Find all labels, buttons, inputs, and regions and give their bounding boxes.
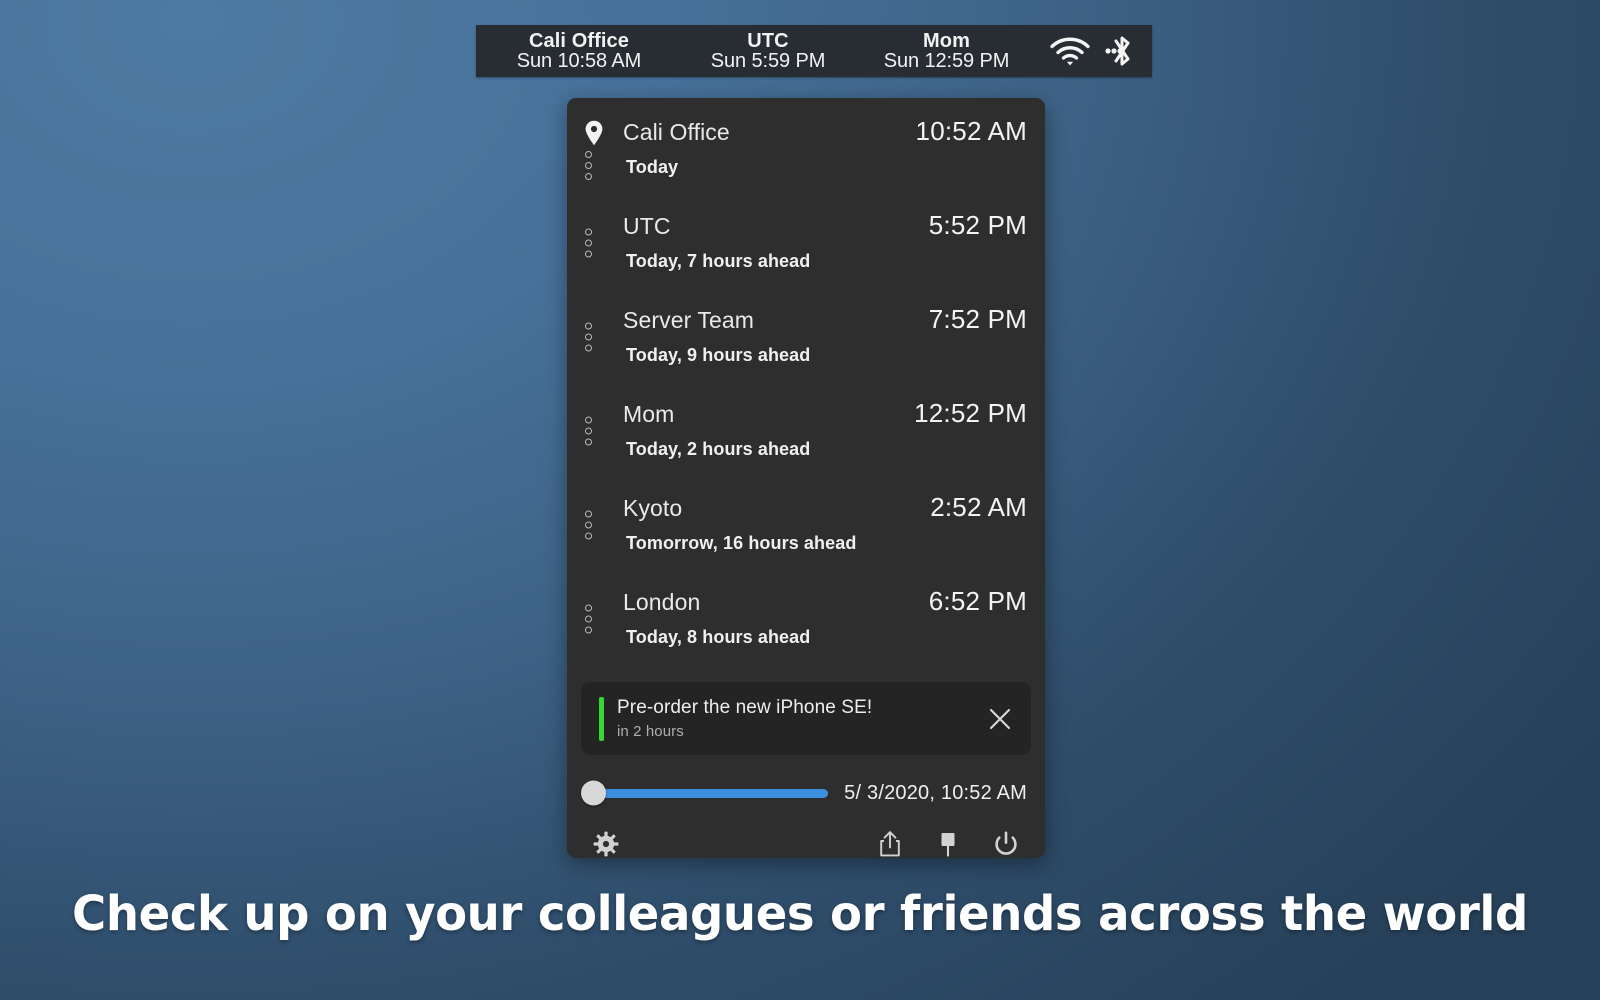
clock-row-header: Server Team 7:52 PM bbox=[585, 290, 1027, 335]
caption-text: Check up on your colleagues or friends a… bbox=[72, 886, 1528, 942]
toolbar-right-group bbox=[873, 827, 1023, 858]
clock-name: UTC bbox=[623, 213, 671, 239]
clock-row-header: Cali Office 10:52 AM bbox=[585, 104, 1027, 147]
clock-offset: Today, 7 hours ahead bbox=[626, 251, 811, 271]
clock-name: Kyoto bbox=[623, 495, 683, 521]
drag-handle[interactable] bbox=[585, 322, 592, 352]
clock-time: 6:52 PM bbox=[928, 586, 1027, 616]
clock-row-header: Kyoto 2:52 AM bbox=[585, 478, 1027, 523]
menubar-clock-time: Sun 5:59 PM bbox=[710, 50, 826, 72]
clock-name: Cali Office bbox=[623, 119, 730, 145]
pin-icon[interactable] bbox=[931, 827, 965, 858]
time-travel-slider-row: 5/ 3/2020, 10:52 AM bbox=[567, 755, 1045, 806]
clock-offset: Today, 8 hours ahead bbox=[626, 627, 811, 647]
drag-handle[interactable] bbox=[585, 604, 592, 634]
menubar-clock-time: Sun 10:58 AM bbox=[516, 50, 642, 72]
clock-row-header: Mom 12:52 PM bbox=[585, 384, 1027, 429]
clock-time: 2:52 AM bbox=[930, 492, 1027, 522]
drag-handle[interactable] bbox=[585, 228, 592, 258]
notification-area: Pre-order the new iPhone SE! in 2 hours bbox=[567, 666, 1045, 755]
clock-list-item[interactable]: UTC 5:52 PM Today, 7 hours ahead bbox=[567, 196, 1045, 290]
clock-offset: Today, 2 hours ahead bbox=[626, 439, 811, 459]
clock-row-header: London 6:52 PM bbox=[585, 572, 1027, 617]
slider-track bbox=[595, 788, 829, 798]
gear-icon[interactable] bbox=[589, 827, 623, 858]
clock-row-header: UTC 5:52 PM bbox=[585, 196, 1027, 241]
notification-text: Pre-order the new iPhone SE! in 2 hours bbox=[617, 697, 983, 740]
drag-dot bbox=[585, 228, 592, 236]
notification-accent-bar bbox=[599, 696, 604, 741]
drag-dot bbox=[585, 173, 592, 180]
drag-dot bbox=[585, 333, 592, 341]
notification-title: Pre-order the new iPhone SE! bbox=[617, 697, 873, 718]
clock-dropdown-panel: Cali Office 10:52 AM Today UTC 5:52 PM T… bbox=[567, 98, 1045, 858]
clock-list-item[interactable]: Cali Office 10:52 AM Today bbox=[567, 104, 1045, 196]
drag-dot bbox=[585, 626, 592, 634]
drag-handle[interactable] bbox=[585, 416, 592, 446]
drag-dot bbox=[585, 162, 592, 169]
notification-card[interactable]: Pre-order the new iPhone SE! in 2 hours bbox=[581, 682, 1031, 755]
drag-dot bbox=[585, 521, 592, 529]
drag-dot bbox=[585, 322, 592, 330]
slider-value-label: 5/ 3/2020, 10:52 AM bbox=[844, 781, 1027, 804]
clock-offset: Tomorrow, 16 hours ahead bbox=[626, 533, 857, 553]
clock-list-item[interactable]: London 6:52 PM Today, 8 hours ahead bbox=[567, 572, 1045, 666]
menubar-clock-utc[interactable]: UTC Sun 5:59 PM bbox=[682, 29, 854, 72]
drag-dot bbox=[585, 250, 592, 258]
clock-time: 10:52 AM bbox=[915, 116, 1027, 146]
clock-time: 7:52 PM bbox=[928, 304, 1027, 334]
menubar-clock-cali-office[interactable]: Cali Office Sun 10:58 AM bbox=[476, 29, 682, 72]
clock-name: London bbox=[623, 589, 701, 615]
time-travel-slider[interactable] bbox=[581, 780, 829, 806]
slider-thumb[interactable] bbox=[581, 780, 606, 806]
drag-dot bbox=[585, 532, 592, 540]
drag-dot bbox=[585, 239, 592, 247]
drag-dot bbox=[585, 151, 592, 158]
clock-list-item[interactable]: Server Team 7:52 PM Today, 9 hours ahead bbox=[567, 290, 1045, 384]
drag-dot bbox=[585, 510, 592, 518]
clock-time: 12:52 PM bbox=[914, 398, 1027, 428]
drag-handle[interactable] bbox=[585, 510, 592, 540]
drag-dot bbox=[585, 416, 592, 424]
clock-offset: Today bbox=[626, 157, 679, 177]
drag-dot bbox=[585, 344, 592, 352]
clock-time: 5:52 PM bbox=[928, 210, 1027, 240]
menubar-clock-name: UTC bbox=[747, 29, 789, 52]
clock-offset: Today, 9 hours ahead bbox=[626, 345, 811, 365]
drag-dot bbox=[585, 615, 592, 623]
drag-dot bbox=[585, 438, 592, 446]
menubar-clock-name: Cali Office bbox=[528, 29, 630, 52]
clock-name: Mom bbox=[623, 401, 675, 427]
menubar-clock-time: Sun 12:59 PM bbox=[883, 50, 1010, 72]
clock-name: Server Team bbox=[623, 307, 755, 333]
clock-list: Cali Office 10:52 AM Today UTC 5:52 PM T… bbox=[567, 98, 1045, 666]
clock-list-item[interactable]: Kyoto 2:52 AM Tomorrow, 16 hours ahead bbox=[567, 478, 1045, 572]
drag-handle[interactable] bbox=[585, 151, 592, 180]
menu-bar: Cali Office Sun 10:58 AM UTC Sun 5:59 PM… bbox=[476, 25, 1152, 77]
menubar-clock-mom[interactable]: Mom Sun 12:59 PM bbox=[854, 29, 1039, 72]
notification-subtitle: in 2 hours bbox=[617, 723, 684, 740]
bluetooth-icon[interactable] bbox=[1101, 25, 1147, 77]
share-icon[interactable] bbox=[873, 827, 907, 858]
power-icon[interactable] bbox=[989, 827, 1023, 858]
wifi-icon[interactable] bbox=[1039, 25, 1101, 77]
clock-list-item[interactable]: Mom 12:52 PM Today, 2 hours ahead bbox=[567, 384, 1045, 478]
menubar-clock-name: Mom bbox=[923, 29, 970, 52]
close-icon[interactable] bbox=[983, 702, 1017, 736]
panel-toolbar bbox=[567, 805, 1045, 858]
drag-dot bbox=[585, 427, 592, 435]
drag-dot bbox=[585, 604, 592, 612]
location-pin-icon bbox=[584, 120, 604, 146]
